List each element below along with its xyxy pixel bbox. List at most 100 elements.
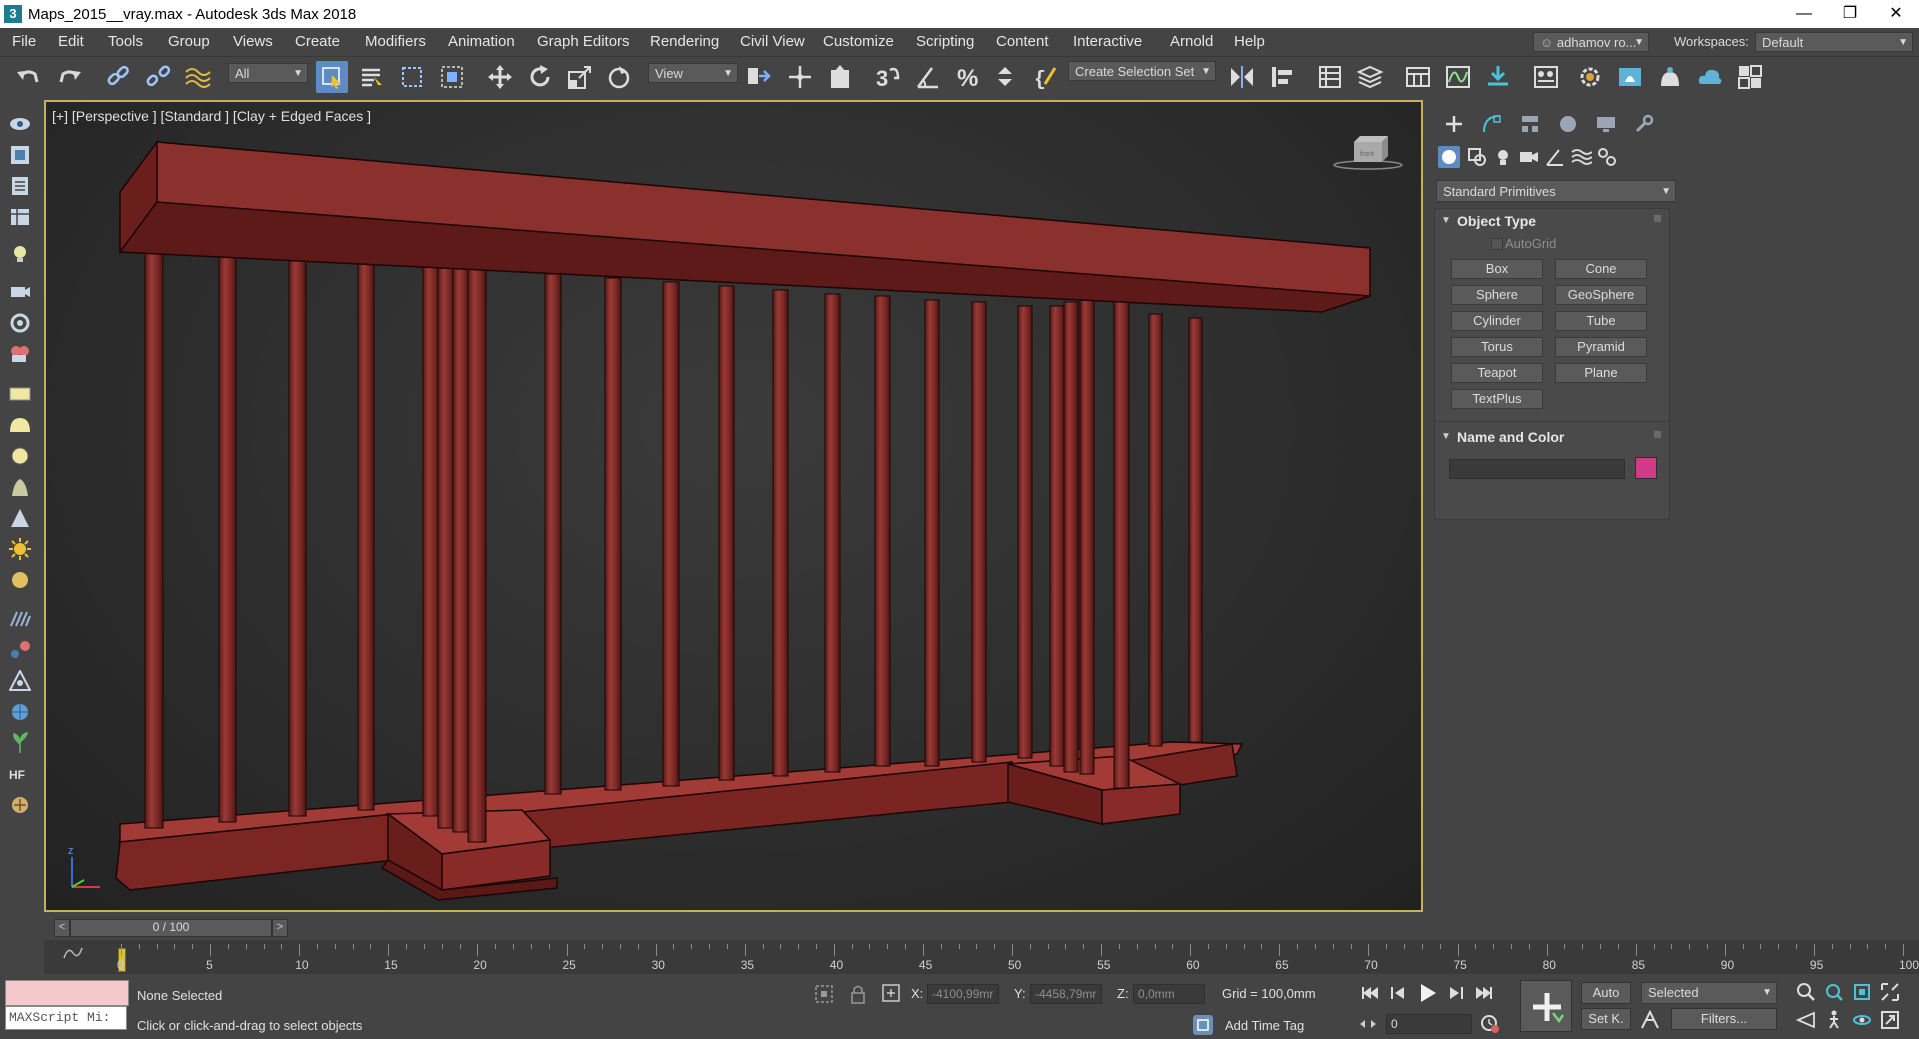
dome-icon[interactable] — [6, 411, 34, 439]
zoom-extents-all-icon[interactable] — [1880, 982, 1900, 1002]
orbit-icon[interactable] — [1852, 1010, 1872, 1030]
spinner-snap-icon[interactable] — [992, 61, 1024, 93]
lights-category-icon[interactable] — [1492, 146, 1514, 168]
plane-shape-icon[interactable] — [6, 380, 34, 408]
percent-snap-icon[interactable]: % — [952, 61, 984, 93]
align-icon[interactable] — [1266, 61, 1298, 93]
curve-editor-mini-icon[interactable] — [62, 944, 84, 962]
space-warps-category-icon[interactable] — [1570, 146, 1593, 168]
zoom-all-icon[interactable] — [1824, 982, 1844, 1002]
lock-icon[interactable] — [850, 984, 866, 1004]
grass-icon[interactable] — [6, 473, 34, 501]
walk-through-icon[interactable] — [1824, 1010, 1844, 1030]
next-frame-icon[interactable] — [1446, 984, 1466, 1002]
maximize-viewport-icon[interactable] — [1880, 1010, 1900, 1030]
mirror-icon[interactable] — [1226, 61, 1258, 93]
cone-button[interactable]: Cone — [1555, 259, 1647, 279]
particle-icon[interactable] — [6, 636, 34, 664]
film-reel-icon[interactable] — [6, 340, 34, 368]
object-name-input[interactable] — [1449, 459, 1625, 479]
undo-button[interactable] — [12, 61, 44, 93]
autogrid-checkbox[interactable] — [1491, 238, 1503, 250]
name-color-title[interactable]: Name and Color — [1457, 429, 1564, 445]
play-icon[interactable] — [1416, 982, 1438, 1004]
bind-space-warp-icon[interactable] — [182, 61, 214, 93]
primitive-category-dropdown[interactable]: Standard Primitives ▼ — [1436, 180, 1676, 202]
geometry-category-icon[interactable] — [1438, 146, 1460, 168]
scene-explorer-icon[interactable] — [1314, 61, 1346, 93]
track-bar[interactable]: 0 5 10 15 20 25 30 35 40 45 50 55 60 65 70 75 80 85 90 95 10… — [44, 940, 1919, 974]
auto-key-button[interactable]: Auto — [1581, 982, 1631, 1004]
move-icon[interactable] — [484, 61, 516, 93]
add-time-tag[interactable]: Add Time Tag — [1225, 1018, 1304, 1033]
menu-animation[interactable]: Animation — [448, 33, 515, 50]
menu-group[interactable]: Group — [168, 33, 210, 50]
time-slider-thumb[interactable]: 0 / 100 — [70, 919, 272, 937]
zoom-icon[interactable] — [1796, 982, 1816, 1002]
motion-tab-icon[interactable] — [1558, 114, 1578, 134]
set-key-mode-button[interactable]: Set K. — [1581, 1008, 1631, 1030]
box-button[interactable]: Box — [1451, 259, 1543, 279]
textplus-button[interactable]: TextPlus — [1451, 389, 1543, 409]
absolute-mode-icon[interactable] — [882, 984, 900, 1002]
edit-named-selections-icon[interactable]: { — [1030, 61, 1062, 93]
globe-icon[interactable] — [6, 698, 34, 726]
object-type-title[interactable]: Object Type — [1457, 213, 1536, 229]
account-dropdown[interactable]: ☺ adhamov ro... ▼ — [1533, 32, 1649, 52]
key-filter-dropdown[interactable]: Selected ▼ — [1641, 982, 1777, 1004]
menu-content[interactable]: Content — [996, 33, 1049, 50]
menu-views[interactable]: Views — [233, 33, 273, 50]
teapot-button[interactable]: Teapot — [1451, 363, 1543, 383]
menu-customize[interactable]: Customize — [823, 33, 894, 50]
zoom-extents-icon[interactable] — [1852, 982, 1872, 1002]
rollout-collapse-icon[interactable]: ▼ — [1441, 215, 1451, 226]
menu-graph-editors[interactable]: Graph Editors — [537, 33, 630, 50]
menu-help[interactable]: Help — [1234, 33, 1265, 50]
prev-frame-button[interactable]: < — [54, 919, 70, 937]
rollout-drag-handle[interactable] — [1654, 431, 1661, 438]
hair-fur-icon[interactable]: HF — [6, 760, 34, 788]
selection-filter-dropdown[interactable]: All ▼ — [228, 63, 308, 83]
frame-ruler[interactable]: 0 5 10 15 20 25 30 35 40 45 50 55 60 65 70 75 80 85 90 95 10… — [117, 940, 1919, 974]
fur-icon[interactable] — [6, 605, 34, 633]
menu-scripting[interactable]: Scripting — [916, 33, 974, 50]
field-of-view-icon[interactable] — [1795, 1010, 1816, 1030]
toggle-ribbon-icon[interactable] — [1402, 61, 1434, 93]
create-selection-set-dropdown[interactable]: Create Selection Set ▼ — [1068, 61, 1216, 81]
a360-gallery-icon[interactable] — [1734, 61, 1766, 93]
create-tab-plus-icon[interactable] — [1444, 114, 1464, 134]
set-key-button[interactable] — [1520, 980, 1572, 1032]
object-color-swatch[interactable] — [1635, 457, 1657, 479]
redo-button[interactable] — [54, 61, 86, 93]
rollout-collapse-icon[interactable]: ▼ — [1441, 431, 1451, 442]
menu-create[interactable]: Create — [295, 33, 340, 50]
menu-tools[interactable]: Tools — [108, 33, 143, 50]
display-tab-icon[interactable] — [1596, 114, 1616, 134]
geosphere-button[interactable]: GeoSphere — [1555, 285, 1647, 305]
rollout-drag-handle[interactable] — [1654, 215, 1661, 222]
menu-interactive[interactable]: Interactive — [1073, 33, 1142, 50]
tube-button[interactable]: Tube — [1555, 311, 1647, 331]
menu-arnold[interactable]: Arnold — [1170, 33, 1213, 50]
light-bulb-icon[interactable] — [6, 240, 34, 268]
minimize-button[interactable]: — — [1781, 0, 1827, 28]
maxscript-mini-listener[interactable]: MAXScript Mi: — [5, 1006, 127, 1030]
select-by-name-button[interactable] — [356, 61, 388, 93]
perspective-viewport[interactable]: [+] [Perspective ] [Standard ] [Clay + E… — [44, 100, 1423, 912]
sphere-button[interactable]: Sphere — [1451, 285, 1543, 305]
render-setup-icon[interactable] — [1574, 61, 1606, 93]
key-mode-toggle-icon[interactable] — [1639, 1009, 1661, 1030]
time-configuration-icon[interactable] — [1480, 1014, 1500, 1034]
pivot-center-icon[interactable] — [742, 61, 774, 93]
unlink-icon[interactable] — [142, 61, 174, 93]
snaps-toggle-icon[interactable]: 3 — [872, 61, 904, 93]
rendered-frame-window-icon[interactable] — [1614, 61, 1646, 93]
previous-frame-icon[interactable] — [1388, 984, 1408, 1002]
rotate-icon[interactable] — [524, 61, 556, 93]
select-manipulate-icon[interactable] — [784, 61, 816, 93]
layer-explorer-icon[interactable] — [1354, 61, 1386, 93]
dome-light-icon[interactable] — [6, 566, 34, 594]
render-production-icon[interactable] — [1654, 61, 1686, 93]
pyramid-button[interactable]: Pyramid — [1555, 337, 1647, 357]
cameras-category-icon[interactable] — [1518, 146, 1540, 168]
